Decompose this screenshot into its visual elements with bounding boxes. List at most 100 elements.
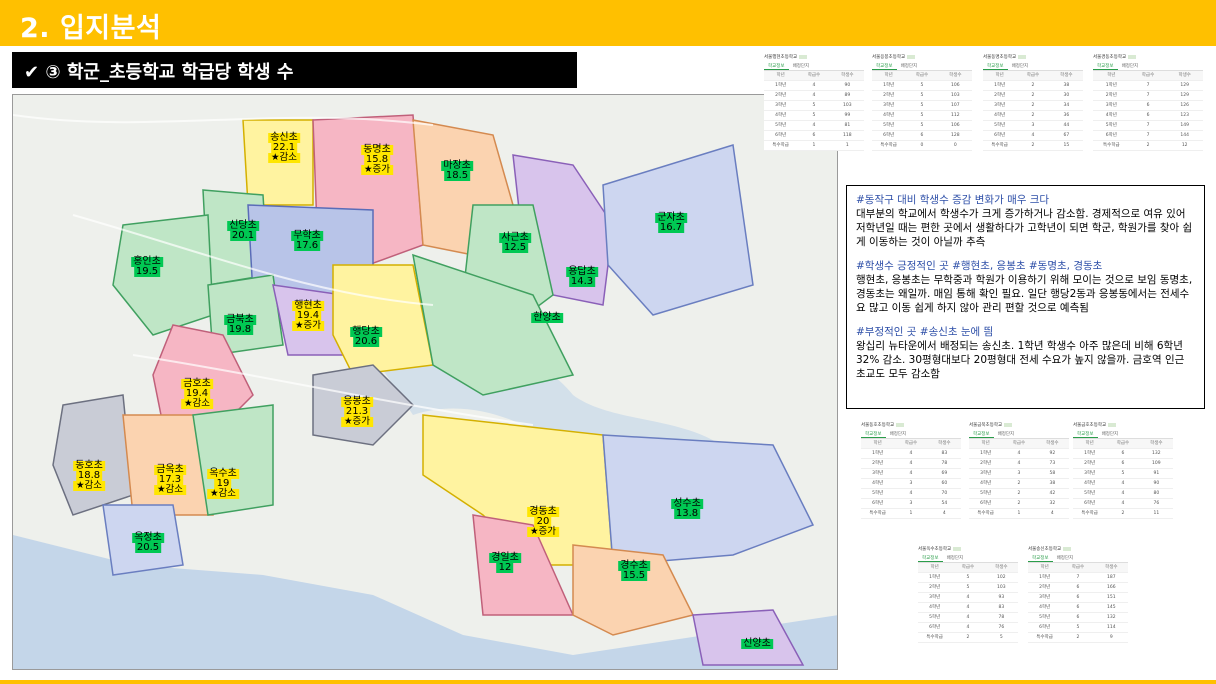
tab-school-info[interactable]: 학교정보 (983, 62, 1008, 70)
table-row: 2학년 2 30 (983, 91, 1083, 101)
table-row: 6학년 6 128 (872, 131, 972, 141)
tab-school-info[interactable]: 학교정보 (1093, 62, 1118, 70)
table-row: 3학년 6 126 (1093, 101, 1203, 111)
table-row: 4학년 6 145 (1028, 603, 1128, 613)
table-school-name: 서울동명초등학교 (983, 54, 1083, 62)
table-header-row: 학년 학급수 학생수 (861, 439, 961, 449)
tab-school-info[interactable]: 학교정보 (1028, 554, 1053, 562)
table-row: 6학년 4 76 (1073, 499, 1173, 509)
table-row: 3학년 5 91 (1073, 469, 1173, 479)
tab-assigned-complex[interactable]: 배정단지 (1053, 554, 1078, 562)
table-row: 2학년 4 89 (764, 91, 864, 101)
table-row: 1학년 2 38 (983, 81, 1083, 91)
school-label-geumbuk: 금북초 19.8 (224, 314, 256, 335)
tab-assigned-complex[interactable]: 배정단지 (886, 430, 911, 438)
school-stats-table: 서울동호초등학교 학교정보 배정단지 학년 학급수 학생수 1학년 4 83 2학년 4 78 3학년 4… (861, 422, 961, 519)
school-stats-table: 서울동명초등학교 학교정보 배정단지 학년 학급수 학생수 1학년 2 38 2학년 2 30 3학년 2… (983, 54, 1083, 151)
school-label-dongmyeong: 동명초 15.8 ★증가 (361, 144, 393, 175)
table-row: 4학년 3 60 (861, 479, 961, 489)
school-label-gunja: 군자초 16.7 (655, 212, 687, 233)
table-row: 2학년 5 103 (918, 583, 1018, 593)
school-label-majang: 마장초 18.5 (441, 160, 473, 181)
table-row: 4학년 2 36 (983, 111, 1083, 121)
tab-school-info[interactable]: 학교정보 (969, 430, 994, 438)
table-row: 1학년 4 90 (764, 81, 864, 91)
school-label-dongho: 동호초 18.8 ★감소 (73, 460, 105, 491)
table-tabs: 학교정보 배정단지 (1028, 554, 1128, 563)
tab-school-info[interactable]: 학교정보 (1073, 430, 1098, 438)
school-label-sinyang: 신양초 (741, 638, 773, 649)
school-stats-table: 서울옥수초등학교 학교정보 배정단지 학년 학급수 학생수 1학년 5 102 2학년 5 103 3학… (918, 546, 1018, 643)
table-row: 4학년 4 83 (918, 603, 1018, 613)
tab-school-info[interactable]: 학교정보 (764, 62, 789, 70)
table-tabs: 학교정보 배정단지 (1093, 62, 1203, 71)
table-row: 특수학급 2 11 (1073, 509, 1173, 519)
table-row: 1학년 5 106 (872, 81, 972, 91)
table-row: 3학년 4 69 (861, 469, 961, 479)
tab-assigned-complex[interactable]: 배정단지 (1008, 62, 1033, 70)
school-label-songsin: 송신초 22.1 ★감소 (268, 132, 300, 163)
table-row: 5학년 7 149 (1093, 121, 1203, 131)
table-row: 1학년 4 83 (861, 449, 961, 459)
note-body-1: 대부분의 학교에서 학생수가 크게 증가하거나 감소함. 경제적으로 여유 있어… (856, 208, 1193, 248)
school-label-gyeongdong: 경동초 20 ★증가 (527, 506, 559, 537)
table-row: 5학년 5 106 (872, 121, 972, 131)
school-stats-table: 서울행현초등학교 학교정보 배정단지 학년 학급수 학생수 1학년 4 90 2학년 4 89 3학년 5… (764, 54, 864, 151)
tab-assigned-complex[interactable]: 배정단지 (789, 62, 814, 70)
table-row: 3학년 5 103 (764, 101, 864, 111)
table-school-name: 서울송신초등학교 (1028, 546, 1128, 554)
table-row: 5학년 2 42 (969, 489, 1069, 499)
table-row: 5학년 6 132 (1028, 613, 1128, 623)
tab-assigned-complex[interactable]: 배정단지 (943, 554, 968, 562)
table-tabs: 학교정보 배정단지 (1073, 430, 1173, 439)
school-stats-table: 서울응봉초등학교 학교정보 배정단지 학년 학급수 학생수 1학년 5 106 2학년 5 103 3학… (872, 54, 972, 151)
table-school-name: 서울행현초등학교 (764, 54, 864, 62)
table-row: 3학년 6 151 (1028, 593, 1128, 603)
school-label-geumok: 금옥초 17.3 ★감소 (154, 464, 186, 495)
school-label-haenghyeon: 행현초 19.4 ★증가 (292, 300, 324, 331)
table-row: 2학년 4 78 (861, 459, 961, 469)
table-row: 특수학급 1 4 (861, 509, 961, 519)
school-label-haengdang: 행당초 20.6 (350, 326, 382, 347)
tab-assigned-complex[interactable]: 배정단지 (1098, 430, 1123, 438)
school-label-oksu: 옥수초 19 ★감소 (207, 468, 239, 499)
table-row: 특수학급 2 12 (1093, 141, 1203, 151)
table-row: 4학년 5 112 (872, 111, 972, 121)
table-row: 특수학급 2 5 (918, 633, 1018, 643)
school-label-muhak: 무학초 17.6 (291, 230, 323, 251)
table-row: 4학년 5 99 (764, 111, 864, 121)
table-row: 1학년 4 92 (969, 449, 1069, 459)
table-row: 4학년 4 90 (1073, 479, 1173, 489)
tab-school-info[interactable]: 학교정보 (861, 430, 886, 438)
table-row: 1학년 7 129 (1093, 81, 1203, 91)
table-row: 5학년 4 80 (1073, 489, 1173, 499)
tab-assigned-complex[interactable]: 배정단지 (994, 430, 1019, 438)
table-row: 3학년 2 34 (983, 101, 1083, 111)
table-row: 특수학급 1 4 (969, 509, 1069, 519)
table-school-name: 서울경동초등학교 (1093, 54, 1203, 62)
tab-assigned-complex[interactable]: 배정단지 (1118, 62, 1143, 70)
table-row: 특수학급 2 9 (1028, 633, 1128, 643)
table-school-name: 서울응봉초등학교 (872, 54, 972, 62)
table-row: 5학년 4 78 (918, 613, 1018, 623)
table-header-row: 학년 학급수 학생수 (918, 563, 1018, 573)
table-row: 6학년 3 54 (861, 499, 961, 509)
table-tabs: 학교정보 배정단지 (918, 554, 1018, 563)
table-row: 2학년 5 103 (872, 91, 972, 101)
table-school-name: 서울동호초등학교 (861, 422, 961, 430)
table-tabs: 학교정보 배정단지 (969, 430, 1069, 439)
table-row: 3학년 5 107 (872, 101, 972, 111)
table-header-row: 학년 학급수 학생수 (969, 439, 1069, 449)
note-heading-1: #동작구 대비 학생수 증감 변화가 매우 크다 (856, 194, 1050, 206)
bottom-accent-line (0, 680, 1216, 684)
tab-school-info[interactable]: 학교정보 (918, 554, 943, 562)
table-row: 1학년 6 132 (1073, 449, 1173, 459)
table-header-row: 학년 학급수 학생수 (1093, 71, 1203, 81)
table-row: 5학년 3 44 (983, 121, 1083, 131)
table-row: 3학년 4 93 (918, 593, 1018, 603)
table-row: 5학년 4 81 (764, 121, 864, 131)
tab-school-info[interactable]: 학교정보 (872, 62, 897, 70)
table-row: 6학년 6 118 (764, 131, 864, 141)
table-row: 6학년 4 76 (918, 623, 1018, 633)
tab-assigned-complex[interactable]: 배정단지 (897, 62, 922, 70)
